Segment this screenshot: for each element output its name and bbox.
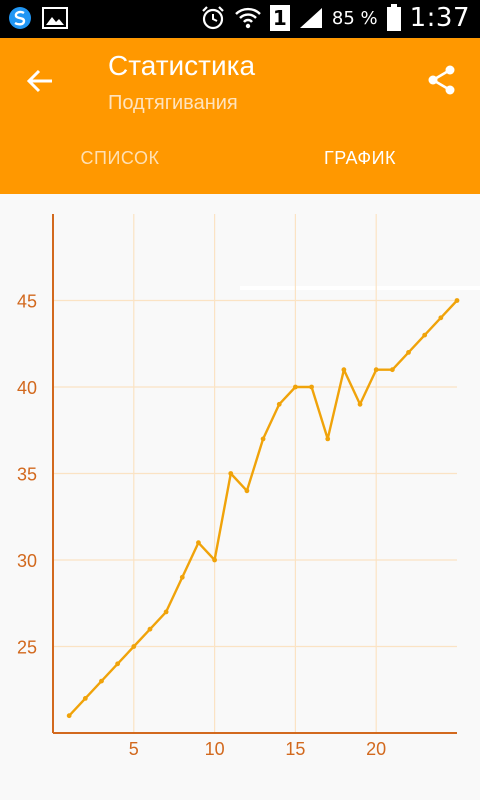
data-point	[389, 367, 395, 373]
tab-list[interactable]: СПИСОК	[0, 134, 240, 194]
wifi-icon	[235, 7, 261, 29]
data-point	[260, 436, 266, 442]
data-point	[422, 332, 428, 338]
data-point	[66, 713, 72, 719]
data-point	[163, 609, 169, 615]
x-tick-label: 10	[205, 739, 225, 759]
y-tick-label: 25	[17, 638, 37, 658]
data-point	[131, 644, 137, 649]
tab-bar: СПИСОК ГРАФИК	[0, 134, 480, 290]
y-tick-label: 35	[17, 465, 37, 485]
x-tick-label: 5	[129, 739, 139, 759]
data-point	[276, 401, 282, 407]
y-tick-label: 30	[17, 551, 37, 571]
y-tick-label: 45	[17, 292, 37, 312]
data-point	[309, 384, 314, 390]
series-line	[68, 299, 458, 717]
share-icon[interactable]	[426, 64, 458, 96]
status-bar: 1 85 % 1:37	[0, 0, 480, 38]
data-point	[373, 367, 379, 373]
data-point	[115, 661, 121, 667]
data-point	[99, 678, 104, 684]
battery-icon	[386, 4, 401, 31]
sim-icon: 1	[269, 5, 290, 31]
line-chart: 25 30 35 40 45 5 10 15 20	[17, 214, 460, 759]
chart-area: 25 30 35 40 45 5 10 15 20	[0, 194, 480, 800]
y-tick-label: 40	[17, 378, 37, 398]
page-title: Статистика	[108, 50, 256, 81]
clock: 1:37	[409, 3, 470, 33]
tab-chart[interactable]: ГРАФИК	[240, 134, 480, 194]
data-point	[244, 488, 250, 494]
data-point	[438, 315, 444, 321]
sync-icon	[9, 7, 31, 29]
data-point	[325, 436, 331, 442]
x-tick-label: 20	[366, 739, 386, 759]
app-bar: Статистика Подтягивания СПИСОК ГРАФИК	[0, 38, 480, 290]
data-point	[293, 384, 298, 390]
arrow-back-icon[interactable]	[26, 66, 56, 96]
data-point	[357, 401, 363, 407]
data-point	[212, 557, 218, 563]
data-point	[454, 298, 460, 303]
data-point	[82, 696, 88, 701]
data-point	[147, 626, 153, 632]
signal-icon	[299, 8, 322, 28]
gallery-icon	[42, 7, 68, 29]
data-point	[179, 574, 185, 580]
battery-percent: 85 %	[331, 7, 378, 29]
page-subtitle: Подтягивания	[108, 92, 238, 114]
data-point	[196, 540, 201, 546]
alarm-icon	[202, 6, 224, 30]
data-point	[228, 471, 234, 476]
x-tick-label: 15	[285, 739, 305, 759]
data-point	[406, 350, 411, 355]
data-point	[341, 367, 347, 373]
